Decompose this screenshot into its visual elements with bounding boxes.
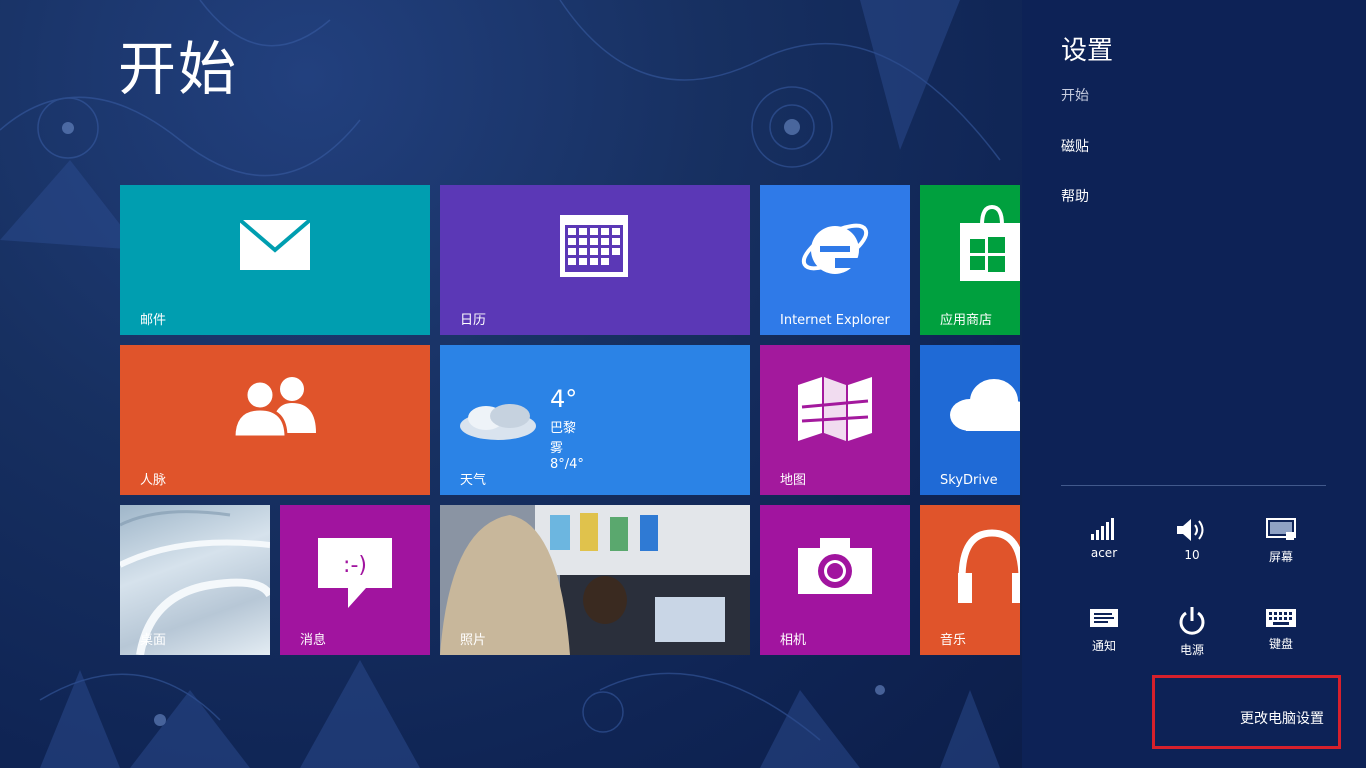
notifications-button[interactable]: 通知: [1074, 607, 1134, 654]
screen-button[interactable]: 屏幕: [1251, 518, 1311, 565]
power-button[interactable]: 电源: [1162, 607, 1222, 658]
people-icon: [232, 377, 316, 437]
volume-icon: [1177, 519, 1204, 541]
settings-divider: [1061, 485, 1326, 486]
tile-label: 桌面: [140, 633, 167, 648]
tile-maps[interactable]: 地图: [760, 345, 910, 495]
message-icon: :-): [318, 538, 392, 608]
tile-internet-explorer[interactable]: Internet Explorer: [760, 185, 910, 335]
weather-temperature: 4°: [550, 385, 578, 413]
headphones-icon: [958, 529, 1020, 603]
network-label: acer: [1090, 546, 1118, 560]
volume-button[interactable]: 10: [1162, 518, 1222, 562]
keyboard-icon: [1266, 609, 1296, 627]
mail-icon: [240, 220, 310, 270]
tile-people[interactable]: 人脉: [120, 345, 430, 495]
tile-calendar[interactable]: 日历: [440, 185, 750, 335]
cloud-icon: [460, 404, 536, 440]
tile-label: 天气: [460, 473, 487, 488]
screen-icon: [1266, 518, 1296, 540]
tile-store[interactable]: 应用商店: [920, 185, 1020, 335]
signal-icon: [1091, 518, 1114, 540]
tile-camera[interactable]: 相机: [760, 505, 910, 655]
tile-label: 应用商店: [940, 313, 993, 328]
settings-subtitle: 开始: [1061, 88, 1089, 104]
tile-label: 相机: [780, 633, 807, 648]
camera-icon: [798, 538, 872, 594]
settings-link-help[interactable]: 帮助: [1061, 186, 1089, 206]
tile-label: Internet Explorer: [780, 313, 890, 328]
notifications-label: 通知: [1091, 639, 1116, 653]
maps-icon: [798, 377, 872, 441]
tile-mail[interactable]: 邮件: [120, 185, 430, 335]
settings-pane: 设置 开始 磁贴 帮助 acer 10 屏幕 通知 电源 键盘 更改电脑设置: [1022, 0, 1366, 768]
weather-range: 8°/4°: [550, 457, 584, 472]
ie-icon: [801, 223, 869, 274]
tile-music[interactable]: 音乐: [920, 505, 1020, 655]
tile-label: 消息: [300, 633, 327, 648]
photo-thumbnail: [440, 505, 750, 655]
network-button[interactable]: acer: [1074, 518, 1134, 560]
tile-messaging[interactable]: :-) 消息: [280, 505, 430, 655]
tile-weather[interactable]: 4° 巴黎 雾 8°/4° 天气: [440, 345, 750, 495]
power-label: 电源: [1179, 643, 1204, 657]
weather-condition: 雾: [550, 441, 564, 456]
start-title: 开始: [118, 35, 239, 103]
tile-label: 照片: [460, 633, 487, 648]
calendar-icon: [560, 215, 628, 277]
tile-label: 邮件: [140, 313, 167, 328]
tile-label: 人脉: [140, 473, 167, 488]
notification-icon: [1090, 609, 1118, 627]
change-pc-settings-label: 更改电脑设置: [1240, 711, 1324, 727]
settings-link-tiles[interactable]: 磁贴: [1061, 136, 1089, 156]
tile-desktop[interactable]: 桌面: [120, 505, 270, 655]
tile-label: 日历: [460, 313, 487, 328]
tile-skydrive[interactable]: SkyDrive: [920, 345, 1020, 495]
tile-label: SkyDrive: [940, 473, 998, 488]
keyboard-button[interactable]: 键盘: [1251, 607, 1311, 652]
power-icon: [1179, 607, 1205, 635]
tile-label: 地图: [780, 473, 807, 488]
tile-label: 音乐: [940, 633, 967, 648]
tile-photos[interactable]: 照片: [440, 505, 750, 655]
screen-label: 屏幕: [1268, 550, 1293, 564]
settings-title: 设置: [1061, 36, 1114, 66]
volume-label: 10: [1184, 548, 1200, 562]
keyboard-label: 键盘: [1268, 637, 1293, 651]
svg-text::-): :-): [343, 553, 367, 578]
store-icon: [960, 204, 1020, 281]
skydrive-icon: [950, 379, 1020, 431]
start-screen: 开始 邮件 日历 Internet Explorer 应用商店 人脉 4° 巴黎…: [0, 0, 1022, 768]
weather-city: 巴黎: [550, 421, 577, 436]
change-pc-settings-link[interactable]: 更改电脑设置: [1152, 675, 1341, 749]
